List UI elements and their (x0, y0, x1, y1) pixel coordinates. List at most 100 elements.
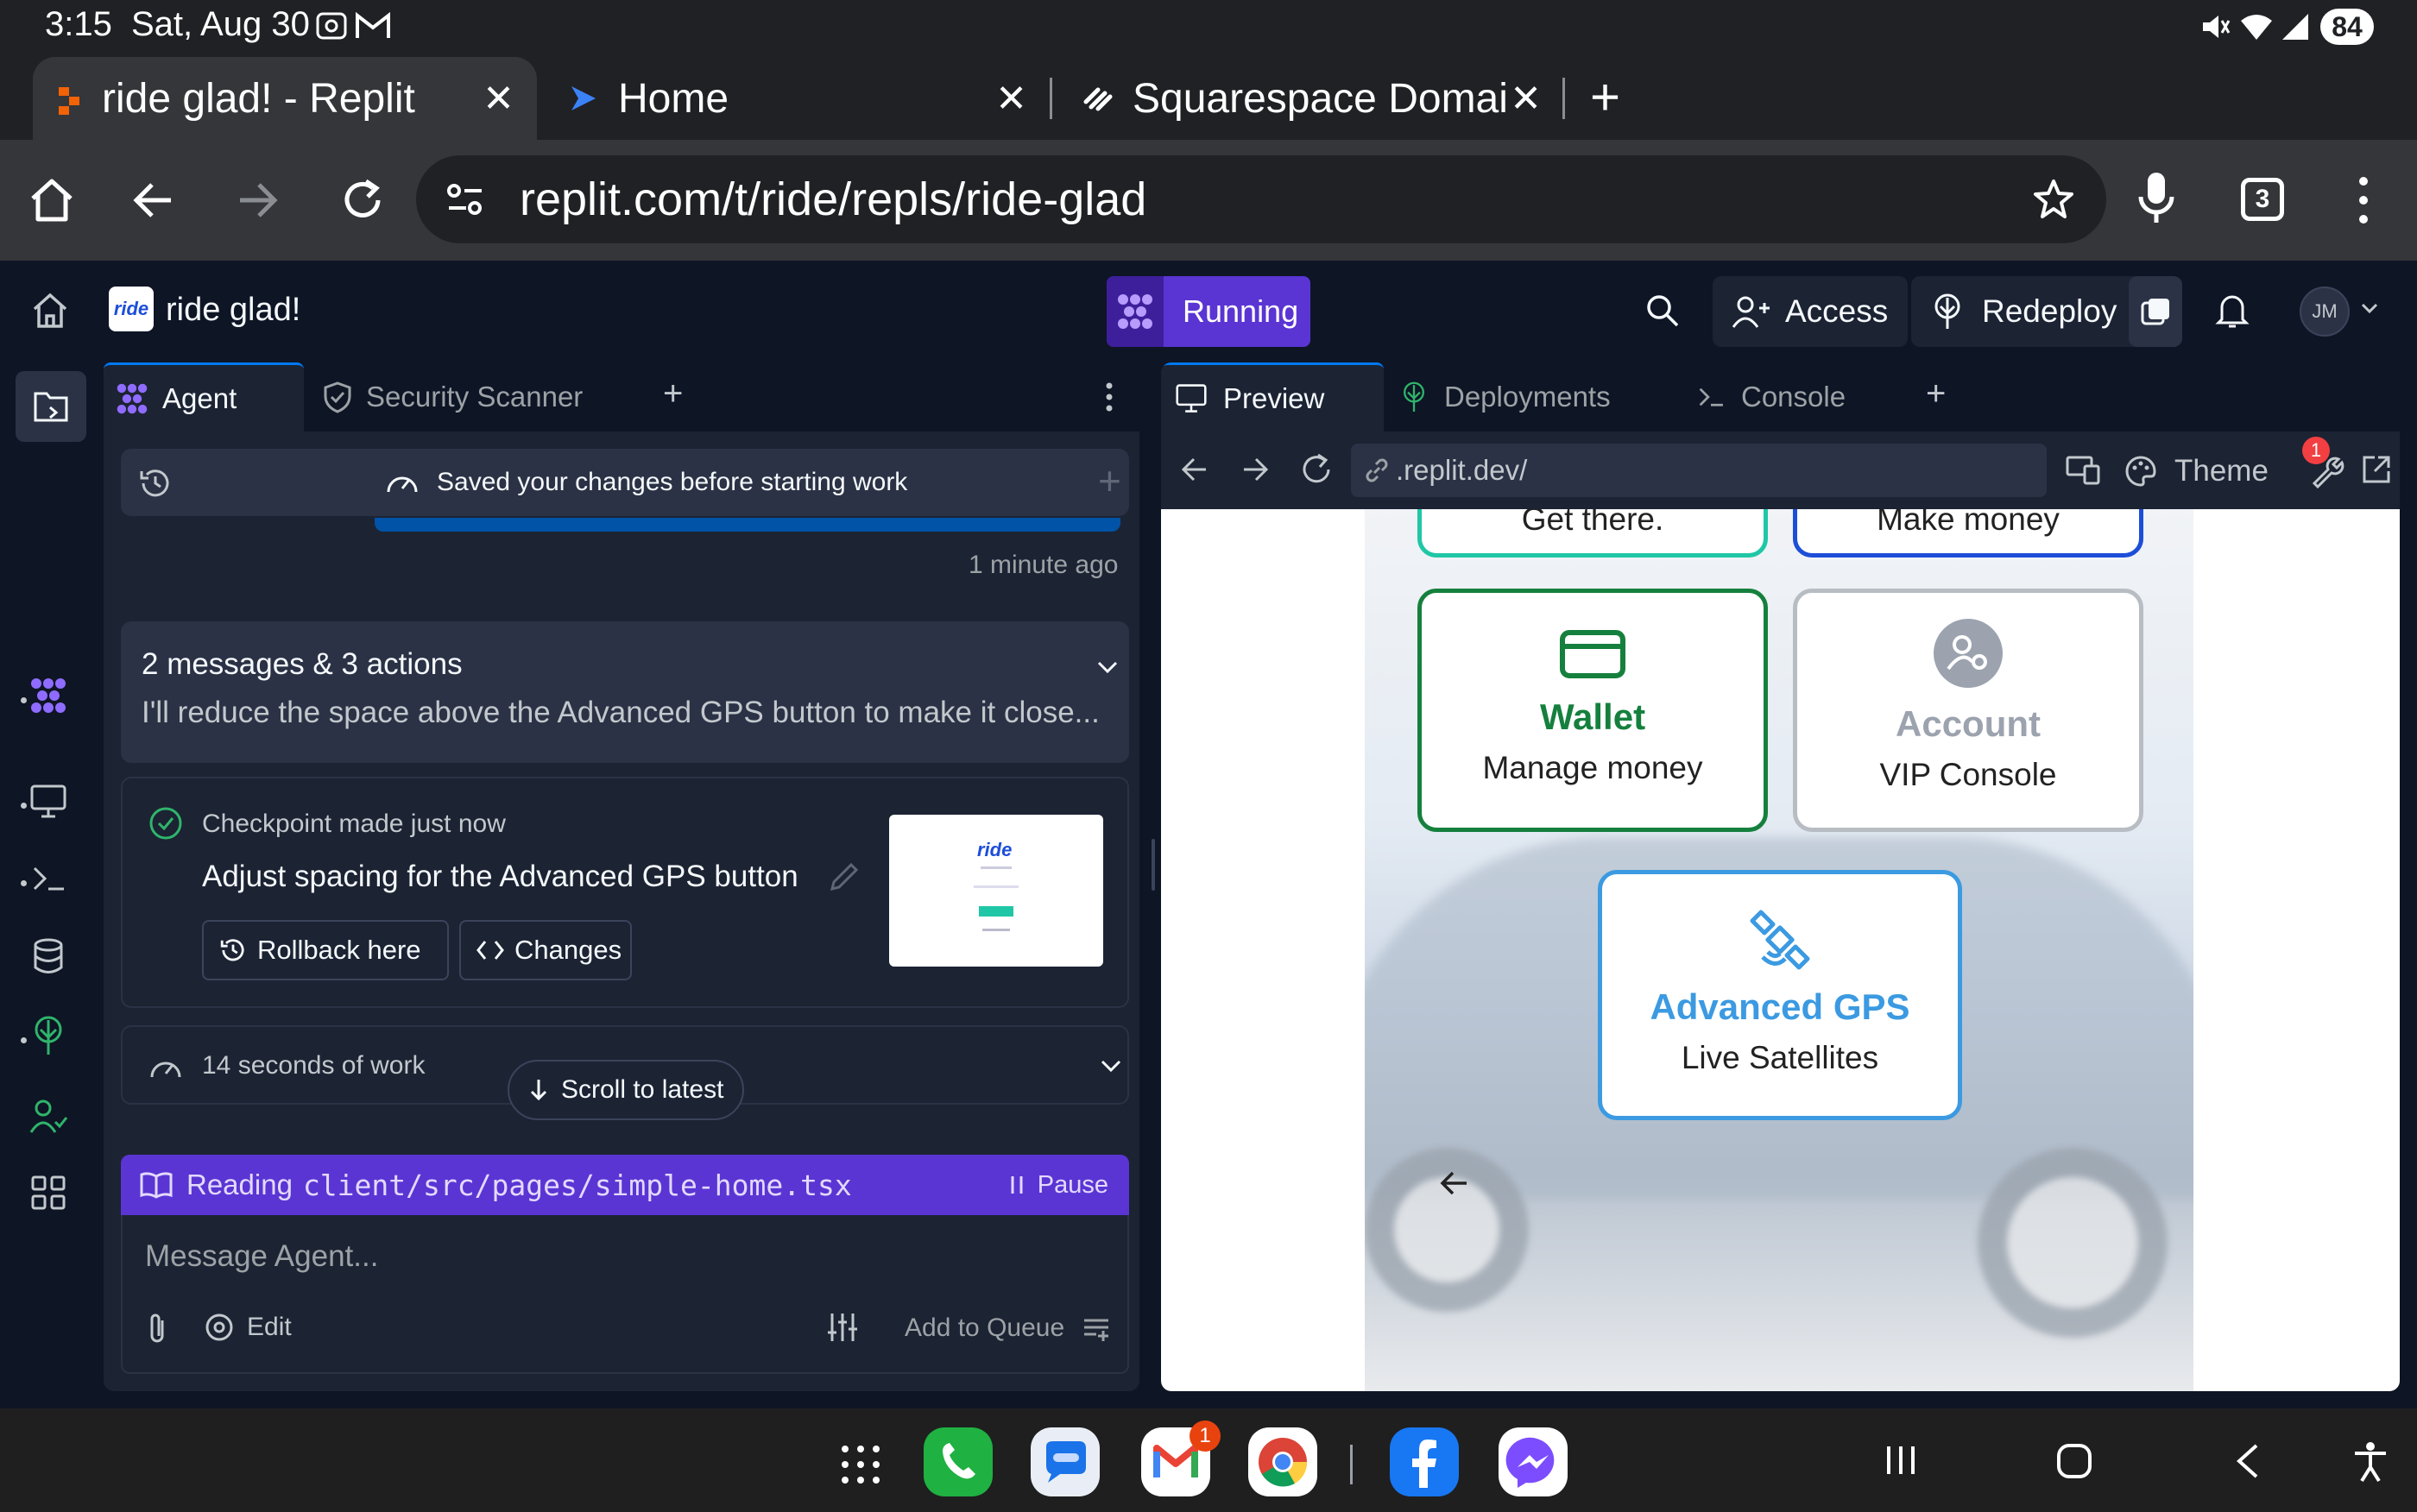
files-button[interactable] (16, 371, 86, 442)
all-tools-rail-icon[interactable] (29, 1174, 71, 1215)
chevron-down-icon[interactable] (1100, 1058, 1122, 1074)
changes-button[interactable]: Changes (459, 920, 632, 980)
pane-resize-handle[interactable] (1152, 839, 1155, 891)
theme-button[interactable]: Theme (2124, 454, 2269, 488)
back-nav-icon[interactable] (2234, 1443, 2260, 1479)
new-tab-icon[interactable]: + (1590, 67, 1620, 127)
tab-agent[interactable]: Agent (104, 362, 304, 432)
more-menu-icon[interactable] (2355, 174, 2372, 226)
tile-get-there[interactable]: Get there. (1417, 509, 1768, 558)
site-settings-icon[interactable] (445, 182, 485, 217)
recents-icon[interactable] (1884, 1443, 1918, 1477)
add-tab-icon[interactable]: + (1926, 375, 1946, 413)
check-circle-icon (148, 806, 183, 841)
preview-rail-icon[interactable] (29, 782, 71, 823)
edit-pencil-icon[interactable] (827, 860, 861, 894)
tab-deployments[interactable]: Deployments (1394, 362, 1669, 432)
console-rail-icon[interactable] (29, 860, 71, 901)
home-icon[interactable] (28, 176, 76, 224)
phone-app-icon[interactable] (924, 1427, 993, 1496)
tile-subtitle: Live Satellites (1681, 1040, 1879, 1075)
tile-account[interactable]: Account VIP Console (1793, 589, 2143, 832)
notifications-bell-icon[interactable] (2215, 292, 2250, 330)
chevron-down-icon[interactable] (2360, 302, 2379, 316)
access-button[interactable]: Access (1713, 276, 1908, 347)
run-status-button[interactable]: Running (1107, 276, 1310, 347)
device-toggle-icon[interactable] (2066, 454, 2100, 485)
messages-app-icon[interactable] (1031, 1427, 1100, 1496)
tile-make-money[interactable]: Make money (1793, 509, 2143, 558)
agent-rail-icon[interactable] (29, 677, 71, 718)
deploy-options-button[interactable] (2129, 276, 2182, 347)
agent-pane: Agent Security Scanner + Saved your chan… (104, 362, 1139, 1391)
tab-preview[interactable]: Preview (1161, 362, 1384, 432)
close-tab-icon[interactable]: ✕ (483, 77, 514, 121)
open-new-tab-icon[interactable] (2361, 454, 2392, 485)
microphone-icon[interactable] (2137, 171, 2175, 226)
facebook-app-icon[interactable] (1390, 1427, 1459, 1496)
tab-switcher-button[interactable]: 3 (2241, 178, 2284, 221)
accessibility-icon[interactable] (2353, 1441, 2388, 1483)
agent-activity-bar: Reading client/src/pages/simple-home.tsx… (121, 1155, 1129, 1215)
message-agent-input[interactable]: Message Agent... (145, 1239, 378, 1274)
forward-icon[interactable] (235, 178, 280, 223)
bookmark-star-icon[interactable] (2032, 178, 2075, 221)
webview-url-bar[interactable]: .replit.dev/ (1351, 444, 2047, 497)
pause-button[interactable]: Pause (1010, 1171, 1108, 1200)
webview-back-icon[interactable] (1180, 456, 1209, 483)
plus-icon[interactable]: + (1098, 457, 1121, 504)
activity-file: client/src/pages/simple-home.tsx (302, 1168, 852, 1202)
replit-favicon (59, 87, 81, 115)
activity-prefix: Reading (186, 1169, 293, 1200)
chevron-down-icon[interactable] (1096, 659, 1119, 675)
scroll-to-latest-button[interactable]: Scroll to latest (508, 1060, 744, 1120)
edit-mode-button[interactable]: Edit (204, 1312, 292, 1343)
tile-subtitle: Make money (1877, 509, 2060, 537)
user-avatar[interactable]: JM (2300, 287, 2350, 337)
rollback-button[interactable]: Rollback here (202, 920, 449, 980)
add-tab-icon[interactable]: + (663, 375, 683, 413)
settings-sliders-icon[interactable] (825, 1310, 860, 1345)
project-logo: ride (109, 287, 154, 331)
work-time-label: 14 seconds of work (202, 1051, 426, 1080)
status-date: Sat, Aug 30 (131, 5, 310, 43)
messenger-app-icon[interactable] (1499, 1427, 1568, 1496)
checkpoint-thumbnail[interactable]: ride (889, 815, 1103, 967)
chrome-app-icon[interactable] (1248, 1427, 1317, 1496)
project-name[interactable]: ride glad! (166, 292, 300, 329)
webview-forward-icon[interactable] (1240, 456, 1270, 483)
back-icon[interactable] (131, 178, 176, 223)
queue-icon[interactable] (1082, 1315, 1112, 1343)
tab-console[interactable]: Console (1691, 362, 1893, 432)
actions-summary[interactable]: 2 messages & 3 actions I'll reduce the s… (121, 621, 1129, 763)
tab-security-scanner[interactable]: Security Scanner (314, 362, 651, 432)
replit-workspace: ride ride glad! Running Access Redeploy (0, 261, 2417, 1408)
tab-divider (1562, 78, 1565, 119)
search-icon[interactable] (1645, 293, 1680, 328)
users-rail-icon[interactable] (29, 1098, 71, 1139)
browser-tab-home[interactable]: Home ✕ (561, 57, 1044, 140)
page-back-arrow-icon[interactable] (1439, 1170, 1470, 1196)
tile-advanced-gps[interactable]: Advanced GPS Live Satellites (1598, 870, 1962, 1120)
webview-reload-icon[interactable] (1299, 452, 1334, 487)
add-to-queue-label[interactable]: Add to Queue (905, 1314, 1064, 1343)
agent-input-box[interactable]: Message Agent... Edit Add to Queue (121, 1215, 1129, 1374)
deployments-rail-icon[interactable] (29, 1015, 71, 1056)
tile-wallet[interactable]: Wallet Manage money (1417, 589, 1768, 832)
home-nav-icon[interactable] (2056, 1443, 2092, 1479)
address-bar[interactable]: replit.com/t/ride/repls/ride-glad (416, 155, 2106, 243)
close-tab-icon[interactable]: ✕ (995, 77, 1027, 121)
history-icon[interactable] (138, 466, 173, 501)
thumbnail-button (979, 906, 1013, 917)
replit-home-icon[interactable] (31, 292, 69, 330)
attach-paperclip-icon[interactable] (145, 1312, 171, 1346)
scroll-latest-label: Scroll to latest (561, 1075, 724, 1104)
book-icon (140, 1172, 173, 1199)
database-rail-icon[interactable] (29, 937, 71, 979)
reload-icon[interactable] (338, 176, 387, 224)
pane-menu-icon[interactable] (1105, 381, 1114, 413)
browser-tab-replit[interactable]: ride glad! - Replit ✕ (33, 57, 537, 140)
browser-tab-squarespace[interactable]: Squarespace Domai ✕ (1074, 57, 1554, 140)
app-drawer-icon[interactable] (841, 1445, 880, 1484)
close-tab-icon[interactable]: ✕ (1510, 76, 1542, 121)
